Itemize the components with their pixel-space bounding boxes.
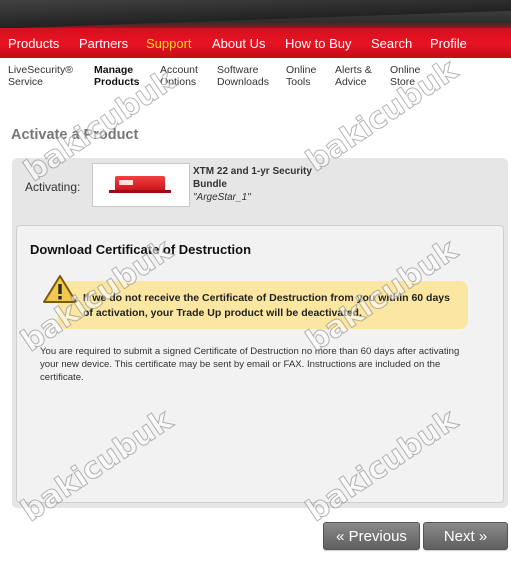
nav-dark-band — [0, 0, 511, 30]
certificate-instructions: You are required to submit a signed Cert… — [40, 346, 460, 383]
subnav-online-store[interactable]: Online Store — [390, 64, 420, 88]
nav-products[interactable]: Products — [8, 36, 59, 51]
page-title: Activate a Product — [11, 127, 139, 143]
subnav-label-line2: Tools — [286, 76, 311, 88]
activating-label: Activating: — [25, 180, 81, 194]
firewall-device-icon — [109, 176, 171, 193]
subnav-label-line1: Manage — [94, 64, 134, 76]
subnav-label-line2: Store — [390, 76, 416, 88]
subnav-label-line2: Service — [8, 76, 44, 88]
nav-support[interactable]: Support — [146, 36, 192, 51]
subnav-alerts-advice[interactable]: Alerts & Advice — [335, 64, 372, 88]
subnav-livesecurity-service[interactable]: LiveSecurity® Service — [8, 64, 73, 88]
nav-how-to-buy[interactable]: How to Buy — [285, 36, 351, 51]
subnav-label-line1: Software — [217, 64, 259, 76]
subnav-manage-products[interactable]: Manage Products — [94, 64, 140, 88]
product-info: XTM 22 and 1-yr Security Bundle "ArgeSta… — [193, 165, 343, 204]
next-button[interactable]: Next » — [423, 522, 508, 550]
card-title: Download Certificate of Destruction — [30, 242, 252, 257]
subnav-label-line1: Online — [286, 64, 317, 76]
subnav-label-line1: Account — [160, 64, 198, 76]
subnav-account-options[interactable]: Account Options — [160, 64, 198, 88]
subnav-label-line1: Online — [390, 64, 421, 76]
warning-triangle-icon — [43, 275, 77, 303]
subnav-online-tools[interactable]: Online Tools — [286, 64, 316, 88]
sub-nav: LiveSecurity® Service Manage Products Ac… — [0, 64, 511, 94]
nav-about-us[interactable]: About Us — [212, 36, 265, 51]
subnav-label-line2: Products — [94, 76, 140, 88]
product-name: XTM 22 and 1-yr Security Bundle — [193, 166, 312, 190]
warning-text: If we do not receive the Certificate of … — [83, 292, 450, 319]
subnav-label-line2: Advice — [335, 76, 367, 88]
subnav-label-line2: Downloads — [217, 76, 269, 88]
product-image — [92, 163, 190, 207]
nav-partners[interactable]: Partners — [79, 36, 128, 51]
previous-button[interactable]: « Previous — [323, 522, 420, 550]
nav-search[interactable]: Search — [371, 36, 412, 51]
subnav-label-line1: Alerts & — [335, 64, 372, 76]
top-nav-bar: Products Partners Support About Us How t… — [0, 0, 511, 58]
subnav-software-downloads[interactable]: Software Downloads — [217, 64, 269, 88]
nav-profile[interactable]: Profile — [430, 36, 467, 51]
subnav-label-line1: LiveSecurity® — [8, 64, 73, 76]
top-nav-items: Products Partners Support About Us How t… — [0, 36, 511, 54]
product-alias: "ArgeStar_1" — [193, 192, 251, 203]
subnav-label-line2: Options — [160, 76, 197, 88]
